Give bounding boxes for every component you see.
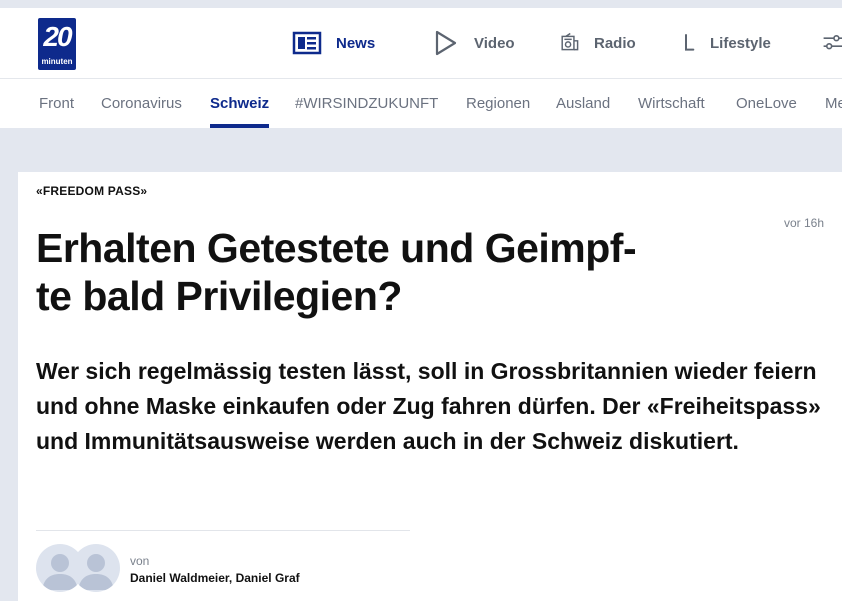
tab-onelove[interactable]: OneLove [736, 79, 797, 128]
article-lead: Wer sich regelmässig testen lässt, soll … [36, 358, 821, 454]
settings-sliders-icon [823, 35, 842, 50]
main-nav-label: News [336, 34, 376, 52]
play-icon [435, 30, 457, 56]
section-nav: Front Coronavirus Schweiz #WIRSINDZUKUNF… [0, 79, 842, 128]
logo-number: 20 [43, 21, 72, 52]
tab-ausland[interactable]: Ausland [556, 79, 610, 128]
byline-authors[interactable]: Daniel Waldmeier, Daniel Graf [130, 571, 300, 585]
tab-front[interactable]: Front [39, 79, 74, 128]
site-logo[interactable]: 20 minuten [38, 18, 76, 70]
tab-schweiz[interactable]: Schweiz [210, 79, 270, 128]
lifestyle-icon [685, 34, 695, 51]
article-headline: Erhalten Getestete und Geimpf- te bald P… [36, 224, 776, 320]
tab-wirtschaft[interactable]: Wirtschaft [638, 79, 705, 128]
article-kicker: «FREEDOM PASS» [36, 184, 148, 198]
headline-line-2: te bald Privilegien? [36, 273, 402, 319]
tab-wirsindzukunft[interactable]: #WIRSINDZUKUNFT [295, 79, 438, 128]
main-nav-video[interactable]: Video [430, 26, 515, 60]
newspaper-icon [292, 31, 322, 55]
main-nav-lifestyle[interactable]: Lifestyle [680, 26, 771, 60]
radio-icon [561, 32, 579, 51]
top-strip [0, 0, 842, 8]
byline-divider [36, 530, 410, 531]
author-avatar[interactable] [72, 544, 120, 592]
site-header: 20 minuten News Video Radio Lifestyle [0, 8, 842, 79]
logo-subtitle: minuten [41, 57, 73, 66]
tab-regionen[interactable]: Regionen [466, 79, 530, 128]
byline-prefix: von [130, 554, 150, 568]
tab-more[interactable]: Me [825, 79, 842, 128]
main-nav-label: Radio [594, 34, 636, 52]
main-nav-label: Video [474, 34, 515, 52]
article-timestamp: vor 16h [784, 216, 825, 230]
headline-line-1: Erhalten Getestete und Geimpf- [36, 225, 637, 271]
main-nav-news[interactable]: News [292, 26, 375, 60]
person-icon [78, 554, 114, 590]
tab-coronavirus[interactable]: Coronavirus [101, 79, 182, 128]
article-card: «FREEDOM PASS» vor 16h Erhalten Getestet… [18, 172, 842, 601]
main-nav-more[interactable] [822, 26, 842, 60]
main-nav-label: Lifestyle [710, 34, 771, 52]
main-nav-radio[interactable]: Radio [560, 26, 636, 60]
